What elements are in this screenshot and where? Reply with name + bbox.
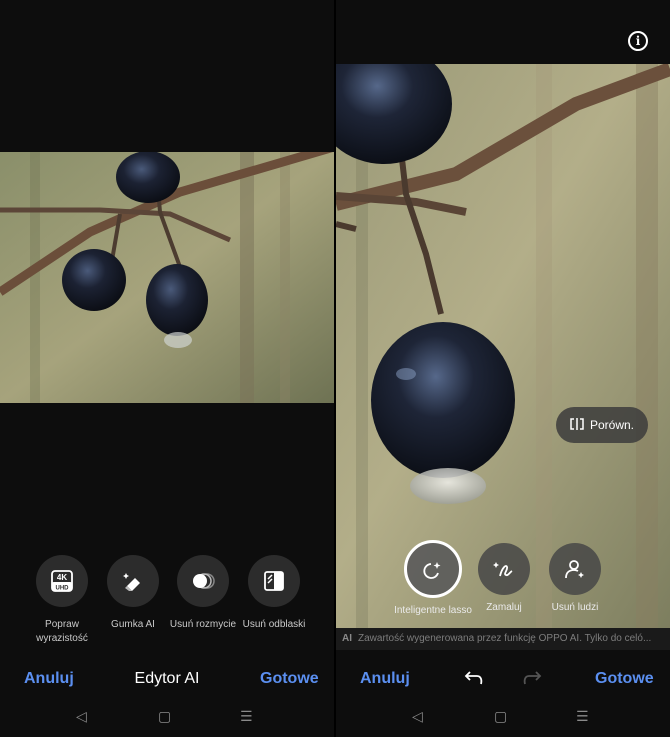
ai-eraser-tool[interactable]: Gumka AI: [93, 555, 173, 632]
remove-reflections-tool[interactable]: Usuń odblaski: [234, 555, 314, 632]
blur-icon: [177, 555, 229, 607]
done-button[interactable]: Gotowe: [595, 670, 654, 688]
tool-label: Gumka AI: [111, 619, 155, 630]
reflection-icon: [248, 555, 300, 607]
system-nav-bar: ◁ ▢ ☰: [0, 704, 334, 730]
tool-label: Popraw wyrazistość: [36, 619, 88, 644]
action-bar: Anuluj Edytor AI Gotowe: [0, 660, 334, 700]
compare-button[interactable]: Porówn.: [556, 407, 648, 443]
back-icon[interactable]: ◁: [76, 708, 87, 725]
compare-label: Porówn.: [589, 418, 635, 432]
compare-icon: [570, 417, 584, 433]
home-icon[interactable]: ▢: [494, 708, 507, 725]
tool-label: Inteligentne lasso: [394, 605, 472, 616]
tool-label: Usuń odblaski: [242, 619, 306, 630]
4k-uhd-icon: 4K UHD: [36, 555, 88, 607]
svg-text:UHD: UHD: [56, 586, 70, 592]
tool-label: Usuń ludzi: [551, 602, 599, 613]
remove-blur-tool[interactable]: Usuń rozmycie: [163, 555, 243, 632]
paint-over-icon: [478, 543, 530, 595]
ai-tools-row: 4K UHD Popraw wyrazistość Gumka AI Usuń …: [0, 555, 334, 650]
action-bar: Anuluj Gotowe: [336, 660, 670, 700]
enhance-clarity-tool[interactable]: 4K UHD Popraw wyrazistość: [22, 555, 102, 646]
ai-disclaimer: AI Zawartość wygenerowana przez funkcję …: [336, 628, 670, 650]
smart-lasso-tool[interactable]: Inteligentne lasso: [393, 540, 473, 617]
editor-panel-right: i Porówn. Inteligentne lasso Zamaluj Usu…: [336, 0, 670, 737]
smart-lasso-icon: [404, 540, 462, 598]
redo-icon[interactable]: [522, 670, 542, 691]
cancel-button[interactable]: Anuluj: [360, 670, 410, 688]
ai-tools-row: Inteligentne lasso Zamaluj Usuń ludzi: [336, 540, 670, 630]
berries-photo: [0, 152, 334, 403]
tool-label: Zamaluj: [486, 602, 522, 613]
undo-icon[interactable]: [464, 670, 484, 691]
ai-sparkle-icon: AI: [342, 633, 352, 644]
photo-preview: [0, 152, 334, 403]
info-icon[interactable]: i: [628, 31, 648, 51]
svg-text:4K: 4K: [57, 573, 67, 582]
remove-people-tool[interactable]: Usuń ludzi: [535, 540, 615, 614]
remove-people-icon: [549, 543, 601, 595]
editor-panel-left: 4K UHD Popraw wyrazistość Gumka AI Usuń …: [0, 0, 334, 737]
recents-icon[interactable]: ☰: [576, 708, 589, 725]
recents-icon[interactable]: ☰: [240, 708, 253, 725]
paint-over-tool[interactable]: Zamaluj: [464, 540, 544, 614]
tool-label: Usuń rozmycie: [169, 619, 237, 630]
done-button[interactable]: Gotowe: [260, 670, 319, 688]
home-icon[interactable]: ▢: [158, 708, 171, 725]
system-nav-bar: ◁ ▢ ☰: [336, 704, 670, 730]
back-icon[interactable]: ◁: [412, 708, 423, 725]
eraser-icon: [107, 555, 159, 607]
ai-disclaimer-text: Zawartość wygenerowana przez funkcję OPP…: [358, 633, 652, 644]
